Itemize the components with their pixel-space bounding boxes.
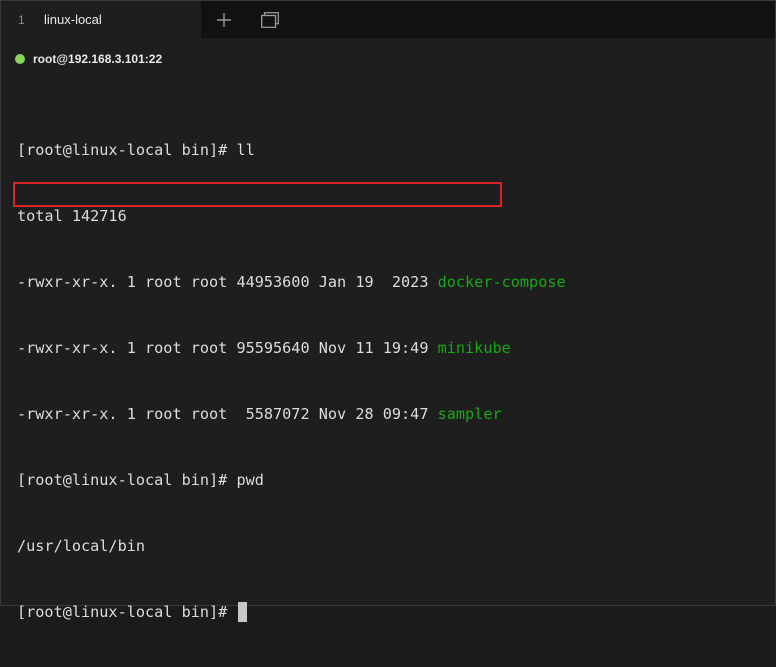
tab-title: linux-local bbox=[44, 12, 102, 27]
terminal-line: [root@linux-local bin]# ll bbox=[17, 139, 765, 161]
status-dot-icon bbox=[15, 54, 25, 64]
text-cursor bbox=[238, 602, 248, 622]
terminal-output[interactable]: [root@linux-local bin]# ll total 142716 … bbox=[17, 95, 765, 622]
file-name: minikube bbox=[437, 339, 511, 357]
prompt-text: [root@linux-local bin]# bbox=[17, 603, 237, 621]
terminal-window: 1 linux-local root@192.168.3.101:22 [roo… bbox=[0, 0, 776, 622]
tab-index: 1 bbox=[18, 12, 25, 27]
session-indicator: root@192.168.3.101:22 bbox=[15, 51, 162, 67]
terminal-line: /usr/local/bin bbox=[17, 535, 765, 557]
terminal-line: -rwxr-xr-x. 1 root root 5587072 Nov 28 0… bbox=[17, 403, 765, 425]
line-text: total 142716 bbox=[17, 207, 127, 225]
line-text: -rwxr-xr-x. 1 root root 44953600 Jan 19 … bbox=[17, 273, 438, 291]
line-text: [root@linux-local bin]# ll bbox=[17, 141, 255, 159]
plus-icon[interactable] bbox=[201, 1, 247, 38]
line-text: -rwxr-xr-x. 1 root root 5587072 Nov 28 0… bbox=[17, 405, 438, 423]
line-text: -rwxr-xr-x. 1 root root 95595640 Nov 11 … bbox=[17, 339, 438, 357]
window-icon[interactable] bbox=[247, 1, 293, 38]
terminal-line: total 142716 bbox=[17, 205, 765, 227]
tab-bar: 1 linux-local bbox=[1, 1, 775, 38]
file-name: sampler bbox=[437, 405, 502, 423]
terminal-prompt-line[interactable]: [root@linux-local bin]# bbox=[17, 601, 765, 623]
file-name: docker-compose bbox=[437, 273, 566, 291]
line-text: /usr/local/bin bbox=[17, 537, 146, 555]
tab-linux-local[interactable]: 1 linux-local bbox=[1, 1, 201, 38]
terminal-line: -rwxr-xr-x. 1 root root 44953600 Jan 19 … bbox=[17, 271, 765, 293]
line-text: [root@linux-local bin]# pwd bbox=[17, 471, 264, 489]
terminal-line: -rwxr-xr-x. 1 root root 95595640 Nov 11 … bbox=[17, 337, 765, 359]
terminal-line: [root@linux-local bin]# pwd bbox=[17, 469, 765, 491]
session-label: root@192.168.3.101:22 bbox=[33, 52, 163, 66]
